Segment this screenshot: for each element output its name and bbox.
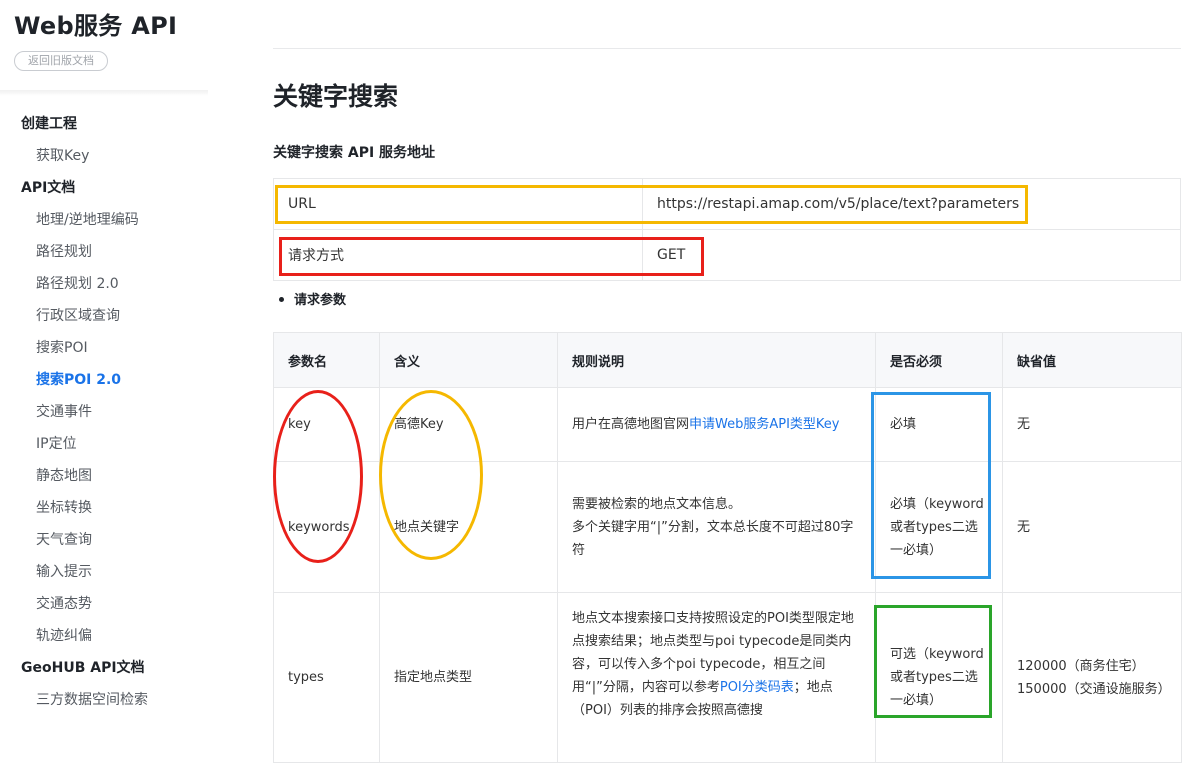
params-heading-text: 请求参数 — [294, 293, 347, 308]
nav-item-third-party-search[interactable]: 三方数据空间检索 — [0, 684, 210, 716]
param-default-keywords: 无 — [1002, 461, 1182, 593]
param-meaning-keywords: 地点关键字 — [379, 461, 558, 593]
param-required-keywords: 必填（keyword或者types二选一必填） — [875, 461, 1003, 593]
param-rule-types: 地点文本搜索接口支持按照设定的POI类型限定地点搜索结果；地点类型与poi ty… — [557, 592, 876, 763]
col-header-meaning: 含义 — [379, 332, 558, 388]
params-table: 参数名 含义 规则说明 是否必须 缺省值 key 高德Key 用户在高德地图官网… — [273, 332, 1182, 763]
param-meaning-types: 指定地点类型 — [379, 592, 558, 763]
nav-item-static-map[interactable]: 静态地图 — [0, 460, 210, 492]
bullet-icon — [279, 297, 284, 302]
nav-section-create-project[interactable]: 创建工程 — [0, 108, 210, 140]
nav-item-track-correction[interactable]: 轨迹纠偏 — [0, 620, 210, 652]
nav-item-ip-location[interactable]: IP定位 — [0, 428, 210, 460]
nav-item-search-poi-2[interactable]: 搜索POI 2.0 — [0, 364, 210, 396]
col-header-rule: 规则说明 — [557, 332, 876, 388]
apply-key-link[interactable]: 申请Web服务API类型Key — [689, 417, 839, 432]
table-header-row: 参数名 含义 规则说明 是否必须 缺省值 — [273, 332, 1182, 388]
nav-item-weather[interactable]: 天气查询 — [0, 524, 210, 556]
sidebar: Web服务 API 返回旧版文档 创建工程 获取Key API文档 地理/逆地理… — [0, 0, 210, 722]
service-address-heading: 关键字搜索 API 服务地址 — [273, 145, 436, 161]
col-header-default: 缺省值 — [1002, 332, 1182, 388]
default-line: 150000（交通设施服务） — [1017, 681, 1171, 697]
nav-item-geocoding[interactable]: 地理/逆地理编码 — [0, 204, 210, 236]
nav-item-district-query[interactable]: 行政区域查询 — [0, 300, 210, 332]
sidebar-nav: 创建工程 获取Key API文档 地理/逆地理编码 路径规划 路径规划 2.0 … — [0, 108, 210, 716]
param-default-types: 120000（商务住宅） 150000（交通设施服务） — [1002, 592, 1182, 763]
info-key-method: 请求方式 — [273, 229, 643, 281]
params-heading: 请求参数 — [273, 289, 346, 308]
sidebar-divider — [0, 90, 208, 96]
rule-text: 用户在高德地图官网 — [572, 417, 690, 432]
param-required-types: 可选（keyword或者types二选一必填） — [875, 592, 1003, 763]
nav-item-coordinate-convert[interactable]: 坐标转换 — [0, 492, 210, 524]
page-title: 关键字搜索 — [273, 82, 399, 111]
param-name-keywords: keywords — [273, 461, 380, 593]
nav-section-geohub[interactable]: GeoHUB API文档 — [0, 652, 210, 684]
info-value-method: GET — [642, 229, 1181, 281]
info-value-url: https://restapi.amap.com/v5/place/text?p… — [642, 178, 1181, 230]
param-rule-keywords: 需要被检索的地点文本信息。多个关键字用“|”分割，文本总长度不可超过80字符 — [557, 461, 876, 593]
col-header-name: 参数名 — [273, 332, 380, 388]
table-row: key 高德Key 用户在高德地图官网申请Web服务API类型Key 必填 无 — [273, 387, 1182, 462]
param-default-key: 无 — [1002, 387, 1182, 462]
nav-item-traffic-events[interactable]: 交通事件 — [0, 396, 210, 428]
service-info-table: URL https://restapi.amap.com/v5/place/te… — [273, 178, 1181, 281]
param-name-key: key — [273, 387, 380, 462]
col-header-required: 是否必须 — [875, 332, 1003, 388]
table-row: 请求方式 GET — [273, 229, 1181, 281]
table-row: types 指定地点类型 地点文本搜索接口支持按照设定的POI类型限定地点搜索结… — [273, 592, 1182, 763]
rule-line: 需要被检索的地点文本信息。 — [572, 496, 742, 512]
nav-item-get-key[interactable]: 获取Key — [0, 140, 210, 172]
table-row: keywords 地点关键字 需要被检索的地点文本信息。多个关键字用“|”分割，… — [273, 461, 1182, 593]
nav-item-route-planning[interactable]: 路径规划 — [0, 236, 210, 268]
param-required-key: 必填 — [875, 387, 1003, 462]
info-key-url: URL — [273, 178, 643, 230]
top-divider — [273, 48, 1181, 49]
poi-code-table-link[interactable]: POI分类码表 — [720, 680, 794, 695]
nav-item-search-poi[interactable]: 搜索POI — [0, 332, 210, 364]
nav-item-route-planning-2[interactable]: 路径规划 2.0 — [0, 268, 210, 300]
nav-item-traffic-status[interactable]: 交通态势 — [0, 588, 210, 620]
param-name-types: types — [273, 592, 380, 763]
old-docs-button[interactable]: 返回旧版文档 — [14, 51, 108, 71]
param-rule-key: 用户在高德地图官网申请Web服务API类型Key — [557, 387, 876, 462]
nav-section-api-docs[interactable]: API文档 — [0, 172, 210, 204]
rule-line: 多个关键字用“|”分割，文本总长度不可超过80字符 — [572, 519, 854, 558]
table-row: URL https://restapi.amap.com/v5/place/te… — [273, 178, 1181, 230]
nav-item-input-tips[interactable]: 输入提示 — [0, 556, 210, 588]
main-content: 关键字搜索 关键字搜索 API 服务地址 URL https://restapi… — [273, 0, 1182, 763]
param-meaning-key: 高德Key — [379, 387, 558, 462]
sidebar-brand-title: Web服务 API — [14, 12, 178, 40]
default-line: 120000（商务住宅） — [1017, 658, 1145, 674]
